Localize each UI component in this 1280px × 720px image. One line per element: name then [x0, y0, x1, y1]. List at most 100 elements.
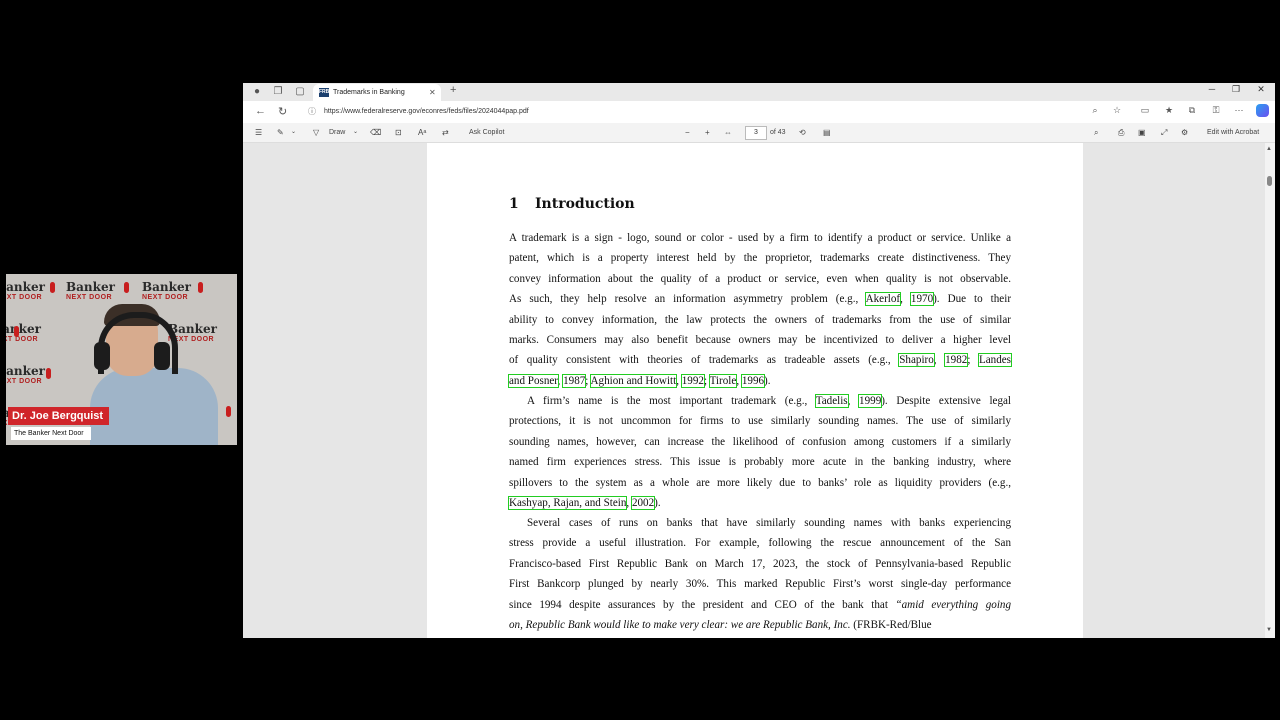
- citation-link[interactable]: 1970: [909, 292, 935, 307]
- scrollbar-thumb[interactable]: [1267, 176, 1272, 186]
- chevron-down-icon[interactable]: ⌄: [291, 127, 296, 138]
- settings-gear-icon[interactable]: ⚙: [1181, 127, 1188, 138]
- text-run: patent, which is a property interest hel…: [509, 252, 1011, 265]
- refresh-icon[interactable]: ↻: [278, 105, 287, 118]
- citation-link[interactable]: 1982: [944, 353, 969, 368]
- edit-with-acrobat-button[interactable]: Edit with Acrobat: [1207, 127, 1259, 138]
- text-line: stress provide a useful illustration. Fo…: [509, 533, 1011, 553]
- minimize-icon[interactable]: ─: [1205, 84, 1219, 94]
- text-run: Francisco-based First Republic Bank on M…: [509, 557, 1011, 570]
- citation-link[interactable]: Landes: [977, 353, 1013, 368]
- citation-link[interactable]: 1996: [740, 373, 766, 388]
- back-icon[interactable]: ←: [255, 105, 266, 117]
- text-line: A trademark is a sign - logo, sound or c…: [509, 228, 1011, 248]
- citation-link[interactable]: Kashyap, Rajan, and Stein: [507, 496, 628, 511]
- mic-icon: [124, 282, 129, 293]
- mic-icon: [50, 282, 55, 293]
- add-text-icon[interactable]: ⊡: [395, 127, 402, 138]
- citation-link[interactable]: Akerlof: [864, 292, 902, 307]
- text-line: sounding names, however, can increase th…: [509, 432, 1011, 452]
- restore-icon[interactable]: ❐: [1229, 84, 1243, 95]
- tab-actions-icon[interactable]: ▢: [294, 86, 306, 98]
- print-icon[interactable]: ⎙: [1118, 127, 1124, 138]
- scroll-down-icon[interactable]: ▼: [1266, 627, 1272, 633]
- text-line: As such, they help resolve an informatio…: [509, 289, 1011, 309]
- extensions-icon[interactable]: ⚿: [1210, 105, 1222, 116]
- ask-copilot-button[interactable]: Ask Copilot: [469, 127, 504, 138]
- text-run: ).: [764, 374, 771, 387]
- text-line: named firm experiences stress. This issu…: [509, 452, 1011, 472]
- text-line: protections, it is not uncommon for firm…: [509, 411, 1011, 431]
- title-bar: ● ❐ ▢ FRB Trademarks in Banking ✕ + ─ ❐ …: [243, 83, 1275, 101]
- text-run: protections, it is not uncommon for firm…: [509, 415, 1011, 428]
- url-text: https://www.federalreserve.gov/econres/f…: [324, 108, 529, 115]
- text-run: sounding names, however, can increase th…: [509, 435, 1011, 448]
- citation-link[interactable]: Aghion and Howitt: [589, 373, 678, 388]
- mic-icon: [14, 326, 19, 337]
- browser-window: ● ❐ ▢ FRB Trademarks in Banking ✕ + ─ ❐ …: [243, 83, 1275, 638]
- quote-text: on, Republic Bank would like to make ver…: [509, 619, 851, 632]
- citation-link[interactable]: Tirole: [708, 373, 738, 388]
- text-line: ability to convey information, the law p…: [509, 310, 1011, 330]
- text-run: As such, they help resolve an informatio…: [509, 293, 866, 306]
- citation-link[interactable]: 1992: [680, 373, 705, 388]
- copilot-icon[interactable]: [1256, 104, 1269, 117]
- text-line: A firm’s name is the most important trad…: [509, 391, 1011, 411]
- rotate-icon[interactable]: ⟲: [799, 127, 806, 138]
- highlight-icon[interactable]: ✎: [277, 127, 284, 138]
- pdf-viewer[interactable]: 1 Introduction A trademark is a sign - lo…: [243, 143, 1265, 638]
- fullscreen-icon[interactable]: ⤢: [1161, 127, 1167, 138]
- text-run: ;: [585, 374, 591, 387]
- backdrop-logo: BankerNEXT DOOR: [66, 280, 115, 301]
- scroll-up-icon[interactable]: ▲: [1266, 146, 1272, 152]
- translate-icon[interactable]: ⇄: [442, 127, 449, 138]
- favorite-star-icon[interactable]: ☆: [1111, 105, 1123, 116]
- text-run: ability to convey information, the law p…: [509, 313, 1011, 326]
- search-icon[interactable]: ⌕: [1094, 127, 1098, 138]
- text-line: Kashyap, Rajan, and Stein, 2002).: [507, 493, 1011, 513]
- mic-icon: [46, 368, 51, 379]
- favorites-icon[interactable]: ★: [1163, 105, 1175, 116]
- read-aloud-icon[interactable]: Aᵃ: [418, 127, 426, 138]
- split-screen-icon[interactable]: ▭: [1139, 105, 1151, 116]
- backdrop-logo: BankerNEXT DOOR: [6, 322, 41, 343]
- citation-link[interactable]: 1999: [858, 394, 883, 408]
- text-run: ;: [967, 354, 979, 367]
- fit-page-icon[interactable]: ⇔: [724, 127, 732, 138]
- page-number-input[interactable]: 3: [745, 126, 767, 140]
- scrollbar[interactable]: ▲ ▼: [1265, 143, 1275, 638]
- zoom-out-icon[interactable]: −: [685, 127, 690, 138]
- draw-icon[interactable]: ▽: [313, 127, 319, 138]
- paragraph: A firm’s name is the most important trad…: [507, 391, 1011, 513]
- contents-icon[interactable]: ☰: [255, 127, 262, 138]
- erase-icon[interactable]: ⌫: [370, 127, 381, 138]
- draw-button[interactable]: Draw: [329, 127, 345, 138]
- tab-active[interactable]: FRB Trademarks in Banking ✕: [313, 84, 441, 101]
- citation-link[interactable]: Tadelis: [814, 394, 849, 408]
- text-line: since 1994 despite assurances by the pre…: [509, 595, 1011, 615]
- save-icon[interactable]: ▣: [1138, 127, 1146, 138]
- site-info-icon[interactable]: ⓘ: [308, 104, 316, 120]
- citation-link[interactable]: and Posner: [508, 373, 559, 388]
- address-bar[interactable]: ⓘ https://www.federalreserve.gov/econres…: [303, 104, 1109, 120]
- more-menu-icon[interactable]: ⋯: [1233, 105, 1245, 116]
- text-run: ). Despite extensive legal: [881, 395, 1012, 407]
- text-line: patent, which is a property interest hel…: [509, 248, 1011, 268]
- text-run: named firm experiences stress. This issu…: [509, 456, 1011, 469]
- citation-link[interactable]: Shapiro: [898, 353, 935, 368]
- text-run: ,: [676, 374, 682, 387]
- profile-icon[interactable]: ●: [251, 86, 263, 98]
- quote-text: “amid everything going: [895, 598, 1012, 611]
- zoom-in-icon[interactable]: +: [705, 127, 710, 138]
- close-window-icon[interactable]: ✕: [1254, 84, 1268, 95]
- new-tab-icon[interactable]: +: [450, 84, 456, 96]
- workspaces-icon[interactable]: ❐: [272, 86, 284, 98]
- citation-link[interactable]: 1987: [562, 373, 587, 388]
- citation-link[interactable]: 2002: [630, 496, 656, 511]
- close-tab-icon[interactable]: ✕: [429, 84, 436, 101]
- chevron-down-icon[interactable]: ⌄: [353, 127, 358, 138]
- collections-icon[interactable]: ⧉: [1186, 105, 1198, 116]
- zoom-icon[interactable]: ⌕: [1089, 105, 1101, 116]
- page-view-icon[interactable]: ▤: [823, 127, 831, 138]
- paragraph: A trademark is a sign - logo, sound or c…: [508, 228, 1013, 391]
